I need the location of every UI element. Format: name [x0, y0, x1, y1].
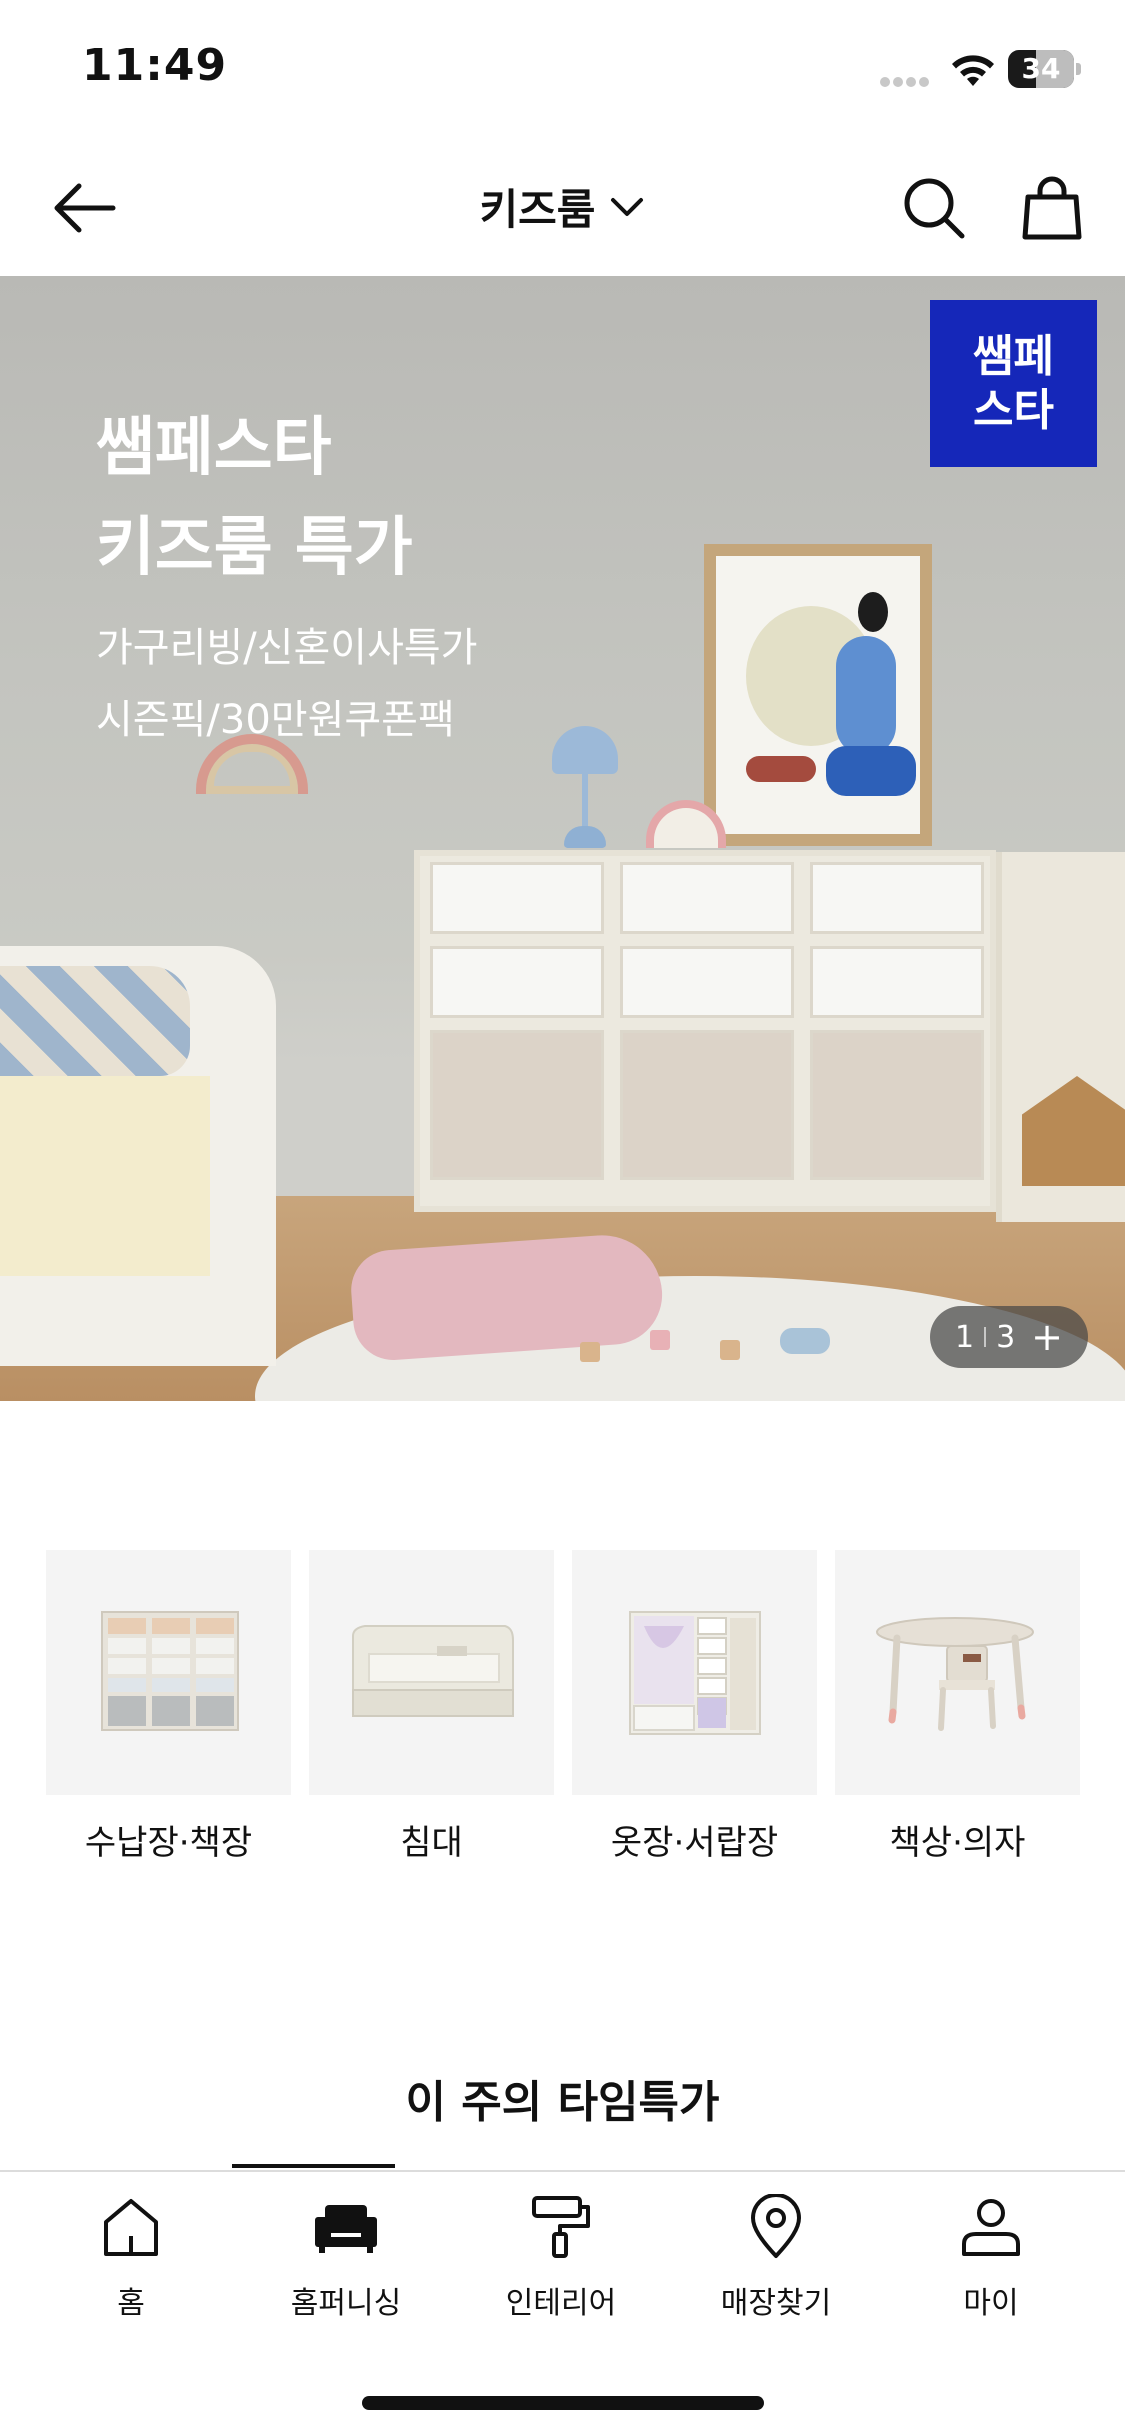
battery-icon: 34 [1008, 50, 1081, 88]
nav-item-interior[interactable]: 인테리어 [461, 2192, 661, 2342]
home-indicator [362, 2396, 764, 2410]
category-item-bed[interactable]: 침대 [309, 1550, 554, 1864]
status-bar: 11:49 34 [0, 0, 1125, 140]
search-button[interactable] [894, 168, 974, 248]
nav-label: 홈퍼니싱 [290, 2286, 402, 2321]
nav-item-home-furnishing[interactable]: 홈퍼니싱 [246, 2192, 446, 2342]
storage-cabinet-thumbnail [46, 1550, 291, 1795]
paint-roller-icon [526, 2192, 596, 2262]
category-label: 수납장·책장 [84, 1823, 253, 1863]
back-button[interactable] [46, 170, 122, 246]
category-item-desk[interactable]: 책상·의자 [835, 1550, 1080, 1864]
nav-item-home[interactable]: 홈 [31, 2192, 231, 2342]
cellular-signal-icon [880, 72, 936, 87]
category-list: 수납장·책장 침대 옷장·서랍장 책상·의자 [46, 1550, 1080, 1870]
cart-button[interactable] [1012, 168, 1092, 248]
category-dropdown[interactable]: 키즈룸 [480, 176, 646, 237]
category-item-wardrobe[interactable]: 옷장·서랍장 [572, 1550, 817, 1864]
location-pin-icon [741, 2192, 811, 2262]
tab-indicator [232, 2164, 395, 2168]
nav-label: 홈 [117, 2286, 145, 2321]
hero-wall-art [704, 544, 932, 846]
category-label: 옷장·서랍장 [610, 1823, 779, 1863]
banner-pager[interactable]: 1 3 + [930, 1306, 1088, 1368]
nav-item-store-finder[interactable]: 매장찾기 [676, 2192, 876, 2342]
nav-label: 인테리어 [505, 2286, 617, 2321]
banner-total-count: 3 [996, 1319, 1016, 1355]
page-title: 키즈룸 [479, 185, 596, 234]
nav-item-my[interactable]: 마이 [891, 2192, 1091, 2342]
hero-blanket [0, 966, 190, 1076]
person-icon [956, 2192, 1026, 2262]
chevron-down-icon [611, 197, 644, 216]
hero-subtitle: 가구리빙/신혼이사특가 시즌픽/30만원쿠폰팩 [96, 625, 478, 743]
hero-title: 쌤페스타 키즈룸 특가 [96, 411, 413, 585]
event-badge: 쌤페 스타 [930, 300, 1097, 467]
category-label: 책상·의자 [889, 1823, 1026, 1863]
wifi-icon [948, 50, 998, 90]
hero-toy-blocks [580, 1324, 840, 1364]
nav-label: 매장찾기 [720, 2286, 832, 2321]
battery-level: 34 [1021, 52, 1061, 85]
hero-storage-cabinet [414, 850, 996, 1212]
category-label: 침대 [400, 1823, 463, 1863]
home-icon [96, 2192, 166, 2262]
status-time: 11:49 [82, 40, 228, 91]
kids-bed-thumbnail [309, 1550, 554, 1795]
section-title: 이 주의 타임특가 [405, 2077, 720, 2128]
wardrobe-thumbnail [572, 1550, 817, 1795]
plus-icon: + [1031, 1315, 1064, 1359]
top-header: 키즈룸 [0, 140, 1125, 276]
search-icon [904, 178, 965, 239]
sofa-icon [311, 2192, 381, 2262]
desk-chair-thumbnail [835, 1550, 1080, 1795]
category-item-storage[interactable]: 수납장·책장 [46, 1550, 291, 1864]
banner-current-index: 1 [954, 1319, 975, 1355]
nav-label: 마이 [963, 2286, 1019, 2321]
arrow-left-icon [54, 183, 116, 233]
lamp-shade [552, 726, 618, 774]
hero-banner[interactable]: 쌤페스타 키즈룸 특가 가구리빙/신혼이사특가 시즌픽/30만원쿠폰팩 쌤페 스타… [0, 276, 1125, 1401]
shopping-bag-icon [1022, 176, 1082, 240]
